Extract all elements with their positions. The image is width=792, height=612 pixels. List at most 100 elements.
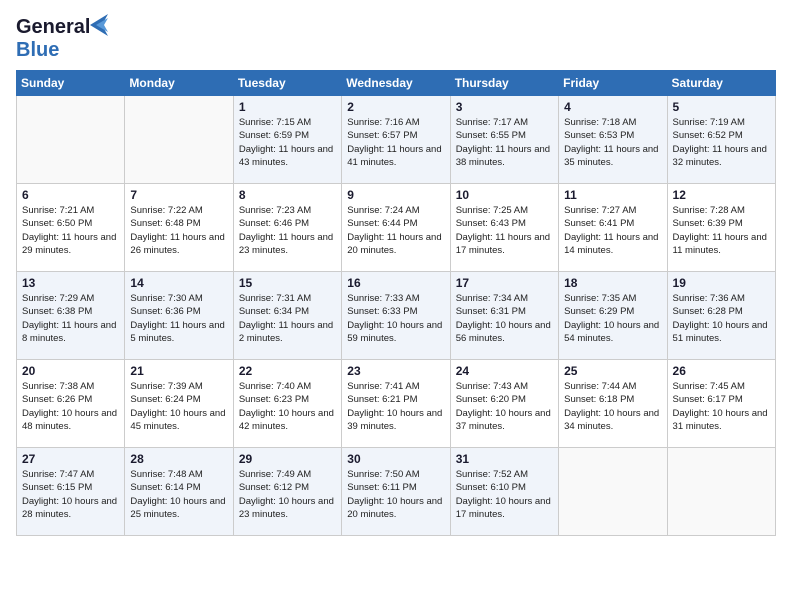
day-number: 29: [239, 452, 336, 466]
day-cell: 3 Sunrise: 7:17 AMSunset: 6:55 PMDaylight…: [450, 96, 558, 184]
col-header-saturday: Saturday: [667, 71, 775, 96]
day-cell: 7 Sunrise: 7:22 AMSunset: 6:48 PMDaylight…: [125, 184, 233, 272]
day-info: Sunrise: 7:40 AMSunset: 6:23 PMDaylight:…: [239, 380, 336, 433]
day-cell: 18 Sunrise: 7:35 AMSunset: 6:29 PMDayligh…: [559, 272, 667, 360]
day-number: 22: [239, 364, 336, 378]
day-number: 21: [130, 364, 227, 378]
day-info: Sunrise: 7:43 AMSunset: 6:20 PMDaylight:…: [456, 380, 553, 433]
day-number: 11: [564, 188, 661, 202]
day-number: 30: [347, 452, 444, 466]
day-cell: 25 Sunrise: 7:44 AMSunset: 6:18 PMDayligh…: [559, 360, 667, 448]
day-info: Sunrise: 7:18 AMSunset: 6:53 PMDaylight:…: [564, 116, 661, 169]
day-cell: [667, 448, 775, 536]
page-header: General Blue: [16, 16, 776, 62]
day-info: Sunrise: 7:41 AMSunset: 6:21 PMDaylight:…: [347, 380, 444, 433]
day-number: 4: [564, 100, 661, 114]
day-info: Sunrise: 7:21 AMSunset: 6:50 PMDaylight:…: [22, 204, 119, 257]
day-info: Sunrise: 7:47 AMSunset: 6:15 PMDaylight:…: [22, 468, 119, 521]
day-cell: 27 Sunrise: 7:47 AMSunset: 6:15 PMDayligh…: [17, 448, 125, 536]
day-number: 9: [347, 188, 444, 202]
logo-bird: [90, 14, 108, 36]
day-info: Sunrise: 7:49 AMSunset: 6:12 PMDaylight:…: [239, 468, 336, 521]
day-info: Sunrise: 7:31 AMSunset: 6:34 PMDaylight:…: [239, 292, 336, 345]
col-header-thursday: Thursday: [450, 71, 558, 96]
day-number: 14: [130, 276, 227, 290]
day-number: 7: [130, 188, 227, 202]
col-header-friday: Friday: [559, 71, 667, 96]
day-cell: 28Sunrise: 7:48 AMSunset: 6:14 PMDayligh…: [125, 448, 233, 536]
day-cell: 23 Sunrise: 7:41 AMSunset: 6:21 PMDayligh…: [342, 360, 450, 448]
day-cell: 5 Sunrise: 7:19 AMSunset: 6:52 PMDaylight…: [667, 96, 775, 184]
day-cell: [17, 96, 125, 184]
day-cell: 16 Sunrise: 7:33 AMSunset: 6:33 PMDayligh…: [342, 272, 450, 360]
logo-general: General: [16, 16, 90, 38]
day-cell: 10 Sunrise: 7:25 AMSunset: 6:43 PMDayligh…: [450, 184, 558, 272]
day-number: 26: [673, 364, 770, 378]
day-cell: 31 Sunrise: 7:52 AMSunset: 6:10 PMDayligh…: [450, 448, 558, 536]
day-info: Sunrise: 7:52 AMSunset: 6:10 PMDaylight:…: [456, 468, 553, 521]
week-row-3: 13Sunrise: 7:29 AMSunset: 6:38 PMDayligh…: [17, 272, 776, 360]
day-cell: 8 Sunrise: 7:23 AMSunset: 6:46 PMDaylight…: [233, 184, 341, 272]
day-number: 10: [456, 188, 553, 202]
day-number: 15: [239, 276, 336, 290]
day-info: Sunrise: 7:15 AMSunset: 6:59 PMDaylight:…: [239, 116, 336, 169]
day-number: 20: [22, 364, 119, 378]
day-info: Sunrise: 7:45 AMSunset: 6:17 PMDaylight:…: [673, 380, 770, 433]
day-number: 31: [456, 452, 553, 466]
col-header-wednesday: Wednesday: [342, 71, 450, 96]
day-cell: 9Sunrise: 7:24 AMSunset: 6:44 PMDaylight…: [342, 184, 450, 272]
day-cell: 26 Sunrise: 7:45 AMSunset: 6:17 PMDayligh…: [667, 360, 775, 448]
day-number: 28: [130, 452, 227, 466]
day-info: Sunrise: 7:27 AMSunset: 6:41 PMDaylight:…: [564, 204, 661, 257]
day-info: Sunrise: 7:34 AMSunset: 6:31 PMDaylight:…: [456, 292, 553, 345]
day-number: 13: [22, 276, 119, 290]
day-number: 1: [239, 100, 336, 114]
day-cell: 12 Sunrise: 7:28 AMSunset: 6:39 PMDayligh…: [667, 184, 775, 272]
day-cell: 13Sunrise: 7:29 AMSunset: 6:38 PMDayligh…: [17, 272, 125, 360]
day-number: 2: [347, 100, 444, 114]
day-info: Sunrise: 7:33 AMSunset: 6:33 PMDaylight:…: [347, 292, 444, 345]
day-cell: 11 Sunrise: 7:27 AMSunset: 6:41 PMDayligh…: [559, 184, 667, 272]
day-number: 5: [673, 100, 770, 114]
day-number: 25: [564, 364, 661, 378]
day-info: Sunrise: 7:35 AMSunset: 6:29 PMDaylight:…: [564, 292, 661, 345]
day-cell: 1 Sunrise: 7:15 AMSunset: 6:59 PMDaylight…: [233, 96, 341, 184]
col-header-sunday: Sunday: [17, 71, 125, 96]
day-info: Sunrise: 7:36 AMSunset: 6:28 PMDaylight:…: [673, 292, 770, 345]
day-cell: 24Sunrise: 7:43 AMSunset: 6:20 PMDayligh…: [450, 360, 558, 448]
day-cell: 4 Sunrise: 7:18 AMSunset: 6:53 PMDaylight…: [559, 96, 667, 184]
day-info: Sunrise: 7:28 AMSunset: 6:39 PMDaylight:…: [673, 204, 770, 257]
logo: General Blue: [16, 16, 90, 62]
week-row-2: 6 Sunrise: 7:21 AMSunset: 6:50 PMDaylight…: [17, 184, 776, 272]
day-cell: [559, 448, 667, 536]
day-cell: 29 Sunrise: 7:49 AMSunset: 6:12 PMDayligh…: [233, 448, 341, 536]
week-row-1: 1 Sunrise: 7:15 AMSunset: 6:59 PMDaylight…: [17, 96, 776, 184]
day-number: 18: [564, 276, 661, 290]
day-info: Sunrise: 7:17 AMSunset: 6:55 PMDaylight:…: [456, 116, 553, 169]
day-number: 8: [239, 188, 336, 202]
day-number: 17: [456, 276, 553, 290]
day-number: 16: [347, 276, 444, 290]
week-row-4: 20 Sunrise: 7:38 AMSunset: 6:26 PMDayligh…: [17, 360, 776, 448]
day-info: Sunrise: 7:25 AMSunset: 6:43 PMDaylight:…: [456, 204, 553, 257]
day-number: 3: [456, 100, 553, 114]
day-info: Sunrise: 7:38 AMSunset: 6:26 PMDaylight:…: [22, 380, 119, 433]
day-cell: 30 Sunrise: 7:50 AMSunset: 6:11 PMDayligh…: [342, 448, 450, 536]
day-number: 23: [347, 364, 444, 378]
day-info: Sunrise: 7:50 AMSunset: 6:11 PMDaylight:…: [347, 468, 444, 521]
day-number: 27: [22, 452, 119, 466]
day-number: 19: [673, 276, 770, 290]
day-cell: 2Sunrise: 7:16 AMSunset: 6:57 PMDaylight…: [342, 96, 450, 184]
day-cell: 14Sunrise: 7:30 AMSunset: 6:36 PMDayligh…: [125, 272, 233, 360]
day-number: 12: [673, 188, 770, 202]
day-cell: 15 Sunrise: 7:31 AMSunset: 6:34 PMDayligh…: [233, 272, 341, 360]
day-cell: 6 Sunrise: 7:21 AMSunset: 6:50 PMDaylight…: [17, 184, 125, 272]
day-info: Sunrise: 7:44 AMSunset: 6:18 PMDaylight:…: [564, 380, 661, 433]
day-number: 6: [22, 188, 119, 202]
col-header-tuesday: Tuesday: [233, 71, 341, 96]
day-info: Sunrise: 7:22 AMSunset: 6:48 PMDaylight:…: [130, 204, 227, 257]
day-info: Sunrise: 7:23 AMSunset: 6:46 PMDaylight:…: [239, 204, 336, 257]
header-row: SundayMondayTuesdayWednesdayThursdayFrid…: [17, 71, 776, 96]
day-cell: 22 Sunrise: 7:40 AMSunset: 6:23 PMDayligh…: [233, 360, 341, 448]
day-info: Sunrise: 7:19 AMSunset: 6:52 PMDaylight:…: [673, 116, 770, 169]
